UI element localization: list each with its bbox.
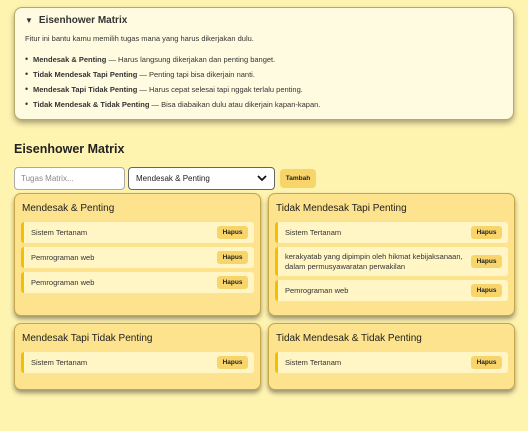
task-item: kerakyatab yang dipimpin oleh hikmat keb…: [275, 247, 508, 276]
info-term: Tidak Mendesak Tapi Penting: [33, 70, 138, 79]
delete-button[interactable]: Hapus: [217, 276, 248, 289]
task-item: Sistem Tertanam Hapus: [21, 222, 254, 243]
task-item: Pemrograman web Hapus: [21, 247, 254, 268]
quadrant-select-value: Mendesak & Penting: [136, 174, 210, 183]
task-text: kerakyatab yang dipimpin oleh hikmat keb…: [285, 251, 463, 271]
task-text: Pemrograman web: [31, 252, 95, 262]
task-item: Sistem Tertanam Hapus: [21, 352, 254, 373]
task-text: Sistem Tertanam: [31, 357, 88, 367]
task-text: Pemrograman web: [31, 277, 95, 287]
quadrant-title: Mendesak Tapi Tidak Penting: [22, 333, 153, 344]
quadrant-not-urgent-not-important: Tidak Mendesak & Tidak Penting Sistem Te…: [268, 323, 515, 390]
add-button[interactable]: Tambah: [280, 169, 316, 188]
info-summary-label: Eisenhower Matrix: [38, 15, 128, 26]
quadrant-not-urgent-important: Tidak Mendesak Tapi Penting Sistem Terta…: [268, 193, 515, 316]
info-summary-toggle[interactable]: ▼ Eisenhower Matrix: [25, 15, 503, 26]
task-item: Pemrograman web Hapus: [275, 280, 508, 301]
task-input[interactable]: Tugas Matrix...: [14, 167, 125, 190]
task-text: Sistem Tertanam: [285, 227, 342, 237]
quadrant-select[interactable]: Mendesak & Penting: [128, 167, 275, 190]
delete-button[interactable]: Hapus: [217, 251, 248, 264]
info-term: Mendesak & Penting: [33, 55, 107, 64]
delete-button[interactable]: Hapus: [471, 226, 502, 239]
info-list-item: Tidak Mendesak Tapi Penting — Penting ta…: [25, 67, 503, 82]
delete-button[interactable]: Hapus: [471, 284, 502, 297]
page-title: Eisenhower Matrix: [14, 142, 125, 156]
quadrant-title: Mendesak & Penting: [22, 203, 115, 214]
quadrant-urgent-not-important: Mendesak Tapi Tidak Penting Sistem Terta…: [14, 323, 261, 390]
triangle-down-icon: ▼: [25, 16, 33, 25]
info-list: Mendesak & Penting — Harus langsung dike…: [25, 52, 503, 112]
add-task-form: Tugas Matrix... Mendesak & Penting Tamba…: [14, 167, 316, 190]
delete-button[interactable]: Hapus: [217, 356, 248, 369]
quadrant-urgent-important: Mendesak & Penting Sistem Tertanam Hapus…: [14, 193, 261, 316]
delete-button[interactable]: Hapus: [471, 255, 502, 268]
quadrant-title: Tidak Mendesak Tapi Penting: [276, 203, 407, 214]
delete-button[interactable]: Hapus: [217, 226, 248, 239]
quadrant-title: Tidak Mendesak & Tidak Penting: [276, 333, 422, 344]
info-description: Fitur ini bantu kamu memilih tugas mana …: [25, 34, 254, 43]
task-text: Sistem Tertanam: [285, 357, 342, 367]
task-item: Sistem Tertanam Hapus: [275, 352, 508, 373]
info-term: Tidak Mendesak & Tidak Penting: [33, 100, 150, 109]
info-text: — Penting tapi bisa dikerjain nanti.: [137, 70, 255, 79]
info-term: Mendesak Tapi Tidak Penting: [33, 85, 138, 94]
info-list-item: Tidak Mendesak & Tidak Penting — Bisa di…: [25, 97, 503, 112]
info-text: — Harus langsung dikerjakan dan penting …: [106, 55, 276, 64]
info-text: — Bisa diabaikan dulu atau dikerjain kap…: [149, 100, 321, 109]
task-text: Sistem Tertanam: [31, 227, 88, 237]
task-text: Pemrograman web: [285, 285, 349, 295]
info-list-item: Mendesak & Penting — Harus langsung dike…: [25, 52, 503, 67]
info-list-item: Mendesak Tapi Tidak Penting — Harus cepa…: [25, 82, 503, 97]
chevron-down-icon: [257, 173, 267, 185]
task-item: Sistem Tertanam Hapus: [275, 222, 508, 243]
delete-button[interactable]: Hapus: [471, 356, 502, 369]
info-panel: ▼ Eisenhower Matrix Fitur ini bantu kamu…: [14, 7, 514, 120]
info-text: — Harus cepat selesai tapi nggak terlalu…: [137, 85, 303, 94]
task-item: Pemrograman web Hapus: [21, 272, 254, 293]
